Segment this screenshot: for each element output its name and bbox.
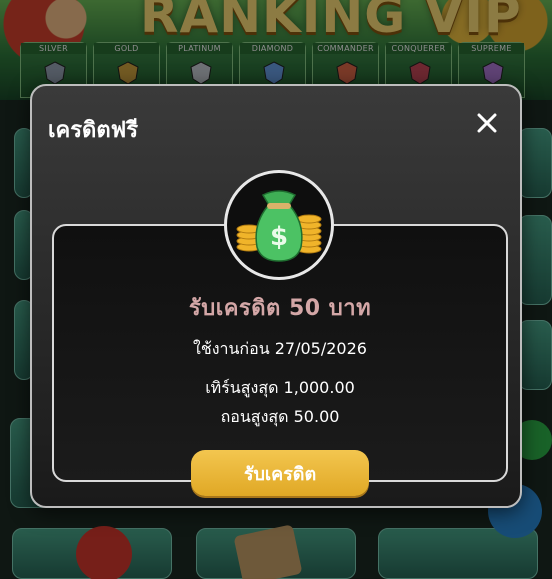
expiry-text: ใช้งานก่อน 27/05/2026 <box>193 339 367 358</box>
close-icon <box>477 113 497 133</box>
max-turnover-text: เทิร์นสูงสุด 1,000.00 <box>205 378 355 397</box>
close-button[interactable] <box>472 108 502 138</box>
claim-credit-button[interactable]: รับเครดิต <box>191 450 369 496</box>
reward-icon-circle: $ <box>224 170 334 280</box>
money-bag-icon: $ <box>236 190 322 262</box>
reward-details: รับเครดิต 50 บาท ใช้งานก่อน 27/05/2026 เ… <box>54 290 506 496</box>
reward-headline: รับเครดิต 50 บาท <box>188 296 372 321</box>
screen: RANKING VIP SILVER GOLD PLATINUM DIAMOND COM… <box>0 0 552 579</box>
max-withdraw-text: ถอนสูงสุด 50.00 <box>220 407 340 426</box>
free-credit-modal: เครดิตฟรี รับเครดิต 50 บาท ใช้งานก่อน 27… <box>30 84 522 508</box>
svg-text:$: $ <box>270 222 288 252</box>
modal-title: เครดิตฟรี <box>48 118 139 143</box>
